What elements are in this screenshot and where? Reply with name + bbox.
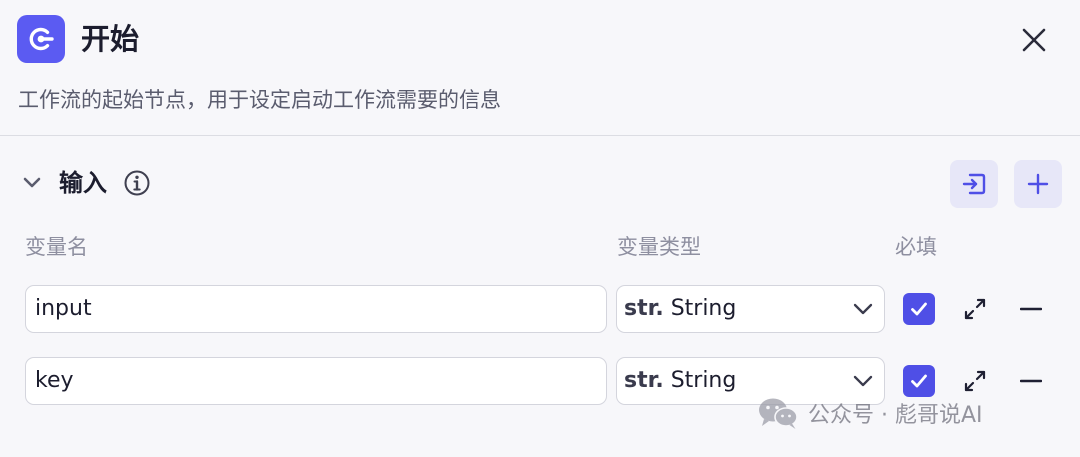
check-icon [911, 374, 927, 388]
variable-type-select[interactable]: str. String [616, 285, 885, 333]
type-prefix: str. [624, 296, 664, 321]
expand-icon [964, 370, 986, 392]
column-header-name: 变量名 [25, 235, 88, 259]
watermark: 公众号 · 彪哥说AI [756, 394, 983, 432]
variable-name-input[interactable]: input [25, 285, 607, 333]
remove-variable-button[interactable] [1017, 366, 1045, 396]
import-icon [962, 173, 986, 195]
type-label: String [670, 296, 737, 321]
variable-name-input[interactable]: key [25, 357, 607, 405]
chevron-down-icon [23, 177, 41, 188]
required-checkbox[interactable] [903, 293, 935, 325]
watermark-text: 公众号 · 彪哥说AI [808, 403, 983, 428]
check-icon [911, 302, 927, 316]
expand-icon [964, 298, 986, 320]
type-label: String [670, 368, 737, 393]
section-title: 输入 [59, 169, 107, 197]
page-title: 开始 [81, 22, 140, 56]
required-checkbox[interactable] [903, 365, 935, 397]
column-header-type: 变量类型 [617, 235, 701, 259]
section-collapse-toggle[interactable] [18, 168, 46, 198]
import-variables-button[interactable] [950, 160, 998, 208]
add-variable-button[interactable] [1014, 160, 1062, 208]
expand-button[interactable] [960, 294, 990, 324]
info-icon[interactable] [123, 169, 151, 197]
node-description: 工作流的起始节点，用于设定启动工作流需要的信息 [18, 88, 501, 112]
chevron-down-icon [853, 303, 873, 315]
expand-button[interactable] [960, 366, 990, 396]
minus-icon [1020, 379, 1042, 383]
type-prefix: str. [624, 368, 664, 393]
wechat-icon [759, 398, 798, 429]
plus-icon [1027, 173, 1049, 195]
start-node-icon [17, 15, 65, 63]
minus-icon [1020, 307, 1042, 311]
remove-variable-button[interactable] [1017, 294, 1045, 324]
close-button[interactable] [1014, 20, 1054, 60]
node-header: 开始 工作流的起始节点，用于设定启动工作流需要的信息 [0, 0, 1080, 136]
column-header-required: 必填 [895, 235, 937, 259]
close-icon [1022, 28, 1046, 52]
chevron-down-icon [853, 375, 873, 387]
